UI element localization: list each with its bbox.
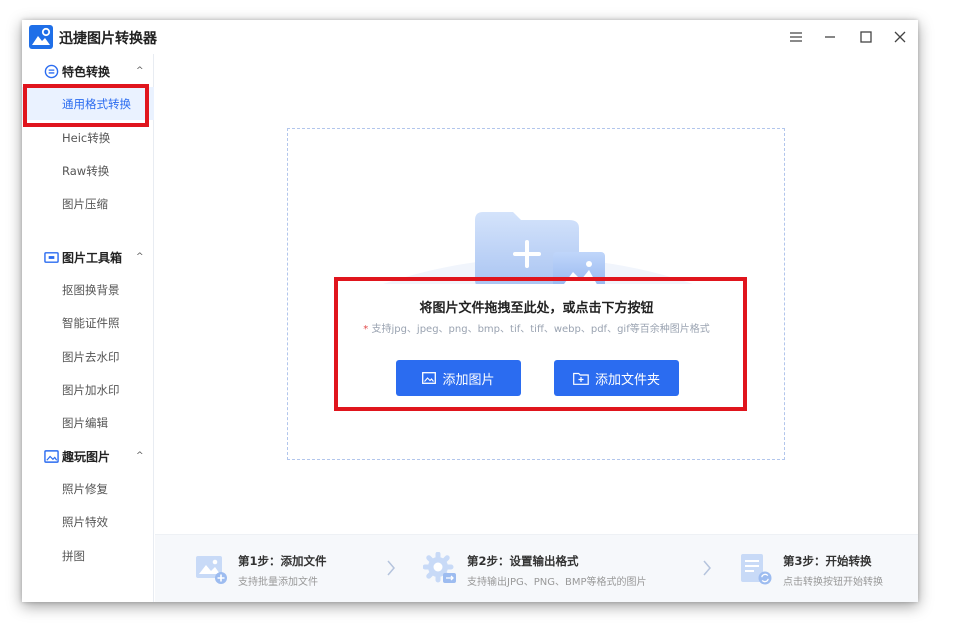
convert-circle-icon [44,64,59,78]
highlight-box-upload [334,277,747,411]
title-bar: 迅捷图片转换器 [22,20,918,54]
sidebar-section-label: 趣玩图片 [62,449,111,464]
sidebar-item-photo-repair[interactable]: 照片修复 [22,472,154,505]
sidebar-item-id-photo[interactable]: 智能证件照 [22,306,154,339]
sidebar-item-label: 图片压缩 [62,196,108,211]
sidebar-section-toolbox[interactable]: 图片工具箱 ^ [22,242,154,272]
sidebar-item-edit[interactable]: 图片编辑 [22,406,154,439]
step-description: 支持输出JPG、PNG、BMP等格式的图片 [467,577,647,588]
step-title: 第1步：添加文件 [238,554,327,568]
sidebar-item-label: Raw转换 [62,163,110,178]
sidebar-section-featured[interactable]: 特色转换 ^ [22,56,154,86]
close-icon [894,31,906,43]
steps-bar: 第1步：添加文件 支持批量添加文件 第2步：设置输出格式 支持输出JPG、PNG… [155,534,918,602]
sidebar-section-fun[interactable]: 趣玩图片 ^ [22,441,154,471]
chevron-up-icon: ^ [136,451,144,461]
step-title: 第3步：开始转换 [783,554,872,568]
maximize-icon [860,31,872,43]
picture-icon [44,449,59,463]
chevron-up-icon: ^ [136,252,144,262]
sidebar-item-photo-effects[interactable]: 照片特效 [22,505,154,538]
sidebar: 特色转换 ^ 通用格式转换 Heic转换 Raw转换 图片压缩 图片工具箱 ^ … [22,54,154,602]
app-logo-icon [29,25,53,49]
sidebar-item-label: 图片加水印 [62,382,120,397]
toolbox-icon [44,251,59,263]
sidebar-item-cutout[interactable]: 抠图换背景 [22,273,154,306]
maximize-button[interactable] [854,26,878,48]
sidebar-item-compress[interactable]: 图片压缩 [22,187,154,220]
sidebar-item-label: Heic转换 [62,130,111,145]
chevron-right-icon [703,560,711,576]
step-title: 第2步：设置输出格式 [467,554,579,568]
sidebar-item-label: 拼图 [62,548,85,563]
gear-icon [423,552,456,583]
sidebar-item-label: 抠图换背景 [62,282,120,297]
sidebar-item-label: 图片去水印 [62,349,120,364]
chevron-up-icon: ^ [136,66,144,76]
sidebar-item-label: 图片编辑 [62,415,108,430]
sidebar-item-label: 照片特效 [62,514,108,529]
sidebar-item-collage[interactable]: 拼图 [22,539,154,572]
minimize-button[interactable] [818,26,842,48]
sidebar-item-raw[interactable]: Raw转换 [22,154,154,187]
step-1: 第1步：添加文件 支持批量添加文件 [195,535,395,602]
chevron-right-icon [387,560,395,576]
step-3: 第3步：开始转换 点击转换按钮开始转换 [739,535,914,602]
step-description: 点击转换按钮开始转换 [783,577,883,588]
step-description: 支持批量添加文件 [238,577,318,588]
close-button[interactable] [888,26,912,48]
app-title: 迅捷图片转换器 [59,31,157,47]
image-add-icon [196,556,227,584]
minimize-icon [825,36,835,38]
sidebar-item-remove-watermark[interactable]: 图片去水印 [22,340,154,373]
step-2: 第2步：设置输出格式 支持输出JPG、PNG、BMP等格式的图片 [423,535,673,602]
sidebar-item-label: 照片修复 [62,481,108,496]
sidebar-item-add-watermark[interactable]: 图片加水印 [22,373,154,406]
app-window: 迅捷图片转换器 特色转换 ^ 通用格式转换 Heic转换 Raw转换 图片压缩 [22,20,918,602]
highlight-box-sidebar [23,84,149,127]
sidebar-item-label: 智能证件照 [62,315,120,330]
sidebar-section-label: 图片工具箱 [62,250,123,265]
menu-button[interactable] [784,26,808,48]
convert-icon [741,554,772,585]
sidebar-section-label: 特色转换 [62,64,111,79]
menu-icon [790,32,802,42]
folder-image-illustration-icon [383,212,693,284]
